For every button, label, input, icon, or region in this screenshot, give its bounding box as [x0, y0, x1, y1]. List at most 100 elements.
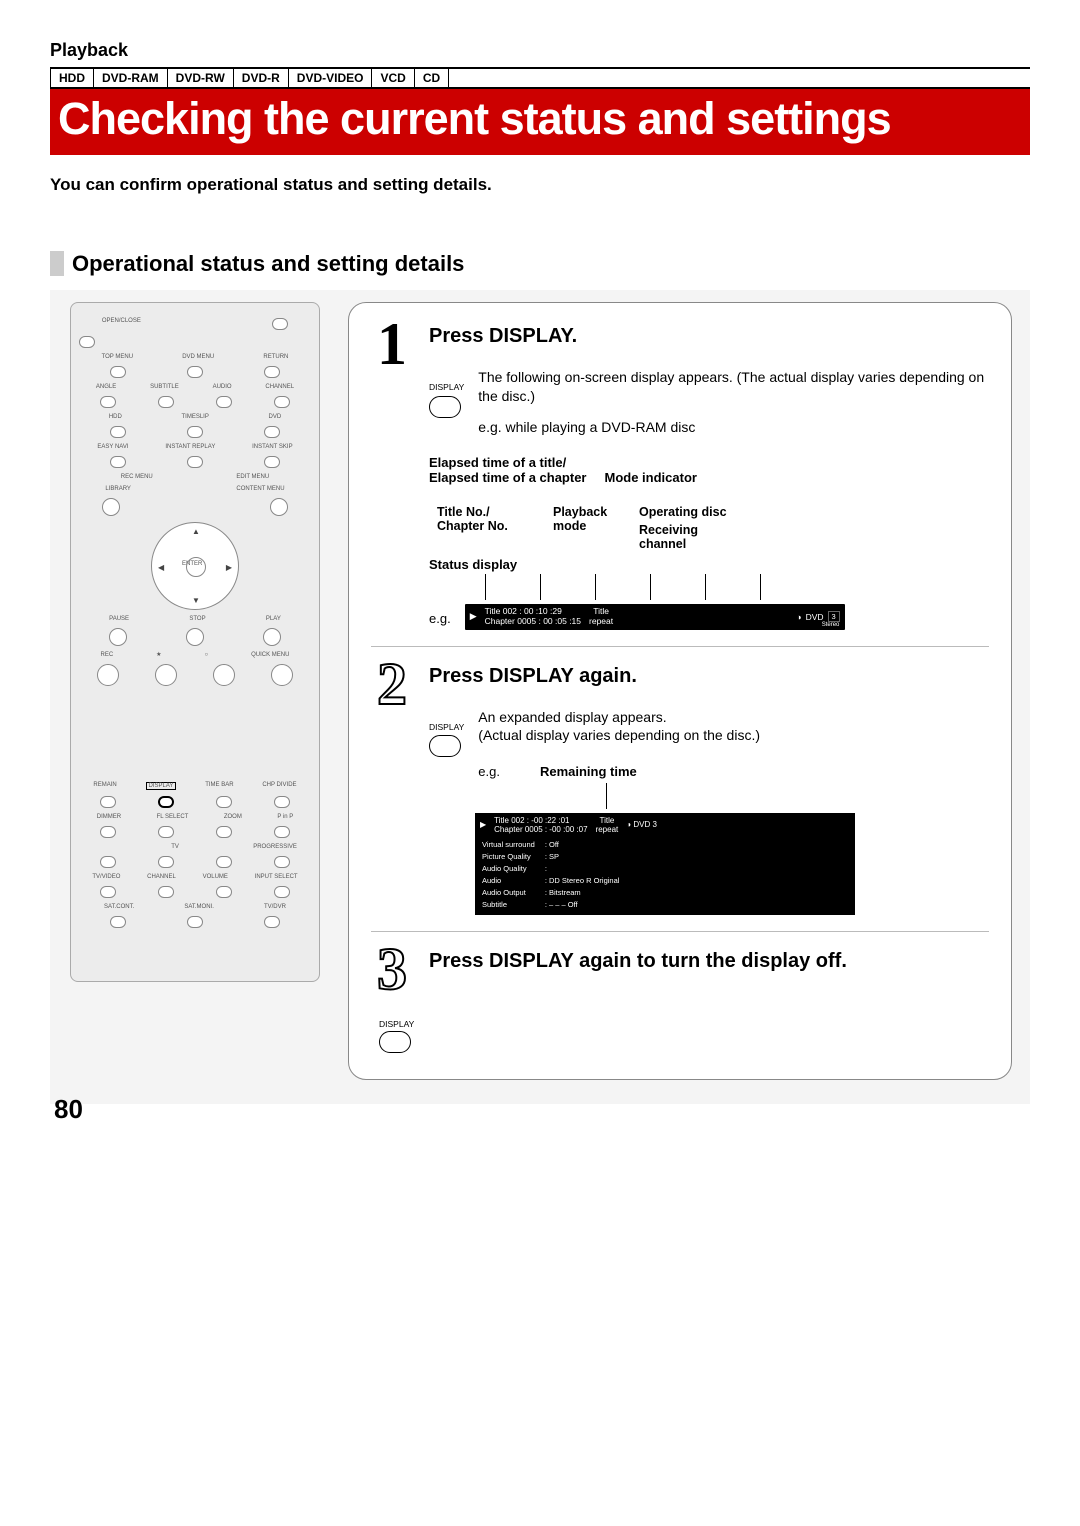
remote-label: INSTANT REPLAY [165, 444, 215, 450]
osd-disc: DVD [806, 612, 824, 622]
eg-label: e.g. [478, 763, 500, 781]
annot-elapsed-title: Elapsed time of a title/ [429, 455, 989, 470]
steps-panel: 1 Press DISPLAY. DISPLAY The following o… [348, 302, 1012, 1080]
remote-display-button [158, 796, 174, 808]
remote-label: AUDIO [213, 384, 232, 390]
remote-label: FL SELECT [157, 814, 189, 820]
remote-label: REMAIN [93, 782, 116, 790]
annot-receiving: Receiving [639, 523, 749, 537]
remote-label: EASY NAVI [97, 444, 128, 450]
annot-playback: Playback [553, 505, 623, 519]
remote-label: STOP [189, 616, 205, 622]
osd-mode-repeat: repeat [596, 825, 619, 834]
remote-label: SAT.MONI. [184, 904, 214, 910]
remote-label: TV/DVR [264, 904, 286, 910]
play-icon: ▶ [480, 820, 486, 829]
eg-label: e.g. [429, 611, 451, 626]
display-caption: DISPLAY [429, 722, 464, 733]
osd-example-1: ▶ Title 002 : 00 :10 :29 Chapter 0005 : … [465, 604, 845, 630]
remote-label: REC MENU [121, 474, 153, 480]
remote-label: ANGLE [96, 384, 116, 390]
step-title: Press DISPLAY again to turn the display … [429, 950, 989, 973]
section-label: Playback [50, 40, 1030, 61]
remote-label: CONTENT MENU [236, 486, 284, 492]
osd-mode-title: Title [596, 816, 619, 825]
osd-chapter-line: Chapter 0005 : -00 :00 :07 [494, 825, 587, 834]
media-cd: CD [415, 69, 449, 87]
display-caption: DISPLAY [429, 382, 464, 393]
remote-label: OPEN/CLOSE [102, 318, 141, 330]
step-desc: (Actual display varies depending on the … [478, 726, 760, 745]
disc-icon: ◑ [626, 820, 631, 829]
step-2: 2 Press DISPLAY again. DISPLAY An expand… [371, 659, 989, 915]
annot-mode-indicator: Mode indicator [605, 470, 697, 485]
display-caption: DISPLAY [379, 1019, 414, 1029]
annot-chapterno: Chapter No. [437, 519, 537, 533]
remote-label: INPUT SELECT [255, 874, 298, 880]
media-dvdr: DVD-R [234, 69, 289, 87]
step-title: Press DISPLAY. [429, 325, 989, 348]
divider [371, 646, 989, 647]
remote-label: DVD [268, 414, 281, 420]
annot-status: Status display [429, 557, 989, 572]
annot-remaining: Remaining time [540, 763, 637, 781]
remote-label: TIMESLIP [181, 414, 208, 420]
page-number: 80 [54, 1094, 83, 1125]
remote-label: DIMMER [97, 814, 121, 820]
remote-label: PAUSE [109, 616, 129, 622]
remote-label: TV [171, 844, 179, 850]
page-title-bar: Checking the current status and settings [50, 89, 1030, 155]
remote-nav-ring: ▲ ▼ ◀ ▶ ENTER [151, 522, 239, 610]
step-number: 2 [371, 659, 413, 915]
remote-label: P in P [277, 814, 293, 820]
osd-audio: Stereo [822, 622, 840, 628]
remote-label: QUICK MENU [251, 652, 289, 658]
remote-label: CHP DIVIDE [262, 782, 296, 790]
display-button-icon: DISPLAY [429, 722, 464, 757]
remote-label: PROGRESSIVE [253, 844, 297, 850]
annot-disc: Operating disc [639, 505, 749, 519]
osd-settings-table: Virtual surround: Off Picture Quality: S… [480, 838, 629, 912]
remote-label: PLAY [266, 616, 281, 622]
step-title: Press DISPLAY again. [429, 665, 989, 688]
disc-icon: ◑ [796, 612, 801, 622]
remote-display-label: DISPLAY [146, 782, 177, 790]
media-dvdrw: DVD-RW [168, 69, 234, 87]
osd-title-line: Title 002 : -00 :22 :01 [494, 816, 587, 825]
osd-disc: DVD [633, 820, 650, 829]
remote-label: REC [100, 652, 113, 658]
media-dvdvideo: DVD-VIDEO [289, 69, 373, 87]
remote-illustration: OPEN/CLOSE TOP MENU DVD MENU RETURN ANGLE S… [70, 302, 320, 982]
step-desc: The following on-screen display appears.… [478, 368, 989, 406]
remote-label: CHANNEL [265, 384, 294, 390]
osd-example-2: ▶ Title 002 : -00 :22 :01 Chapter 0005 :… [475, 813, 855, 915]
page-title: Checking the current status and settings [58, 93, 1022, 145]
step-3: 3 Press DISPLAY again to turn the displa… [371, 944, 989, 1053]
subheading: Operational status and setting details [50, 251, 1030, 276]
remote-label: INSTANT SKIP [252, 444, 292, 450]
step-1: 1 Press DISPLAY. DISPLAY The following o… [371, 319, 989, 629]
annot-channel: channel [639, 537, 749, 551]
divider [371, 931, 989, 932]
media-dvdram: DVD-RAM [94, 69, 168, 87]
remote-label: DVD MENU [182, 354, 214, 360]
media-hdd: HDD [51, 69, 94, 87]
osd-mode-repeat: repeat [589, 617, 613, 627]
osd-channel: 3 [828, 611, 840, 622]
remote-label: ○ [205, 652, 209, 658]
remote-label: SUBTITLE [150, 384, 179, 390]
remote-label: EDIT MENU [236, 474, 269, 480]
remote-label: LIBRARY [105, 486, 131, 492]
step-desc-eg: e.g. while playing a DVD-RAM disc [478, 418, 989, 437]
remote-label: HDD [109, 414, 122, 420]
remote-label: TIME BAR [205, 782, 233, 790]
remote-label: RETURN [263, 354, 288, 360]
remote-label: CHANNEL [147, 874, 176, 880]
step-number: 1 [371, 319, 413, 629]
annot-mode: mode [553, 519, 623, 533]
osd-channel: 3 [652, 820, 656, 829]
remote-label: ZOOM [224, 814, 242, 820]
display-button-icon: DISPLAY [379, 1019, 414, 1053]
remote-label: TOP MENU [102, 354, 133, 360]
step-desc: An expanded display appears. [478, 708, 760, 727]
